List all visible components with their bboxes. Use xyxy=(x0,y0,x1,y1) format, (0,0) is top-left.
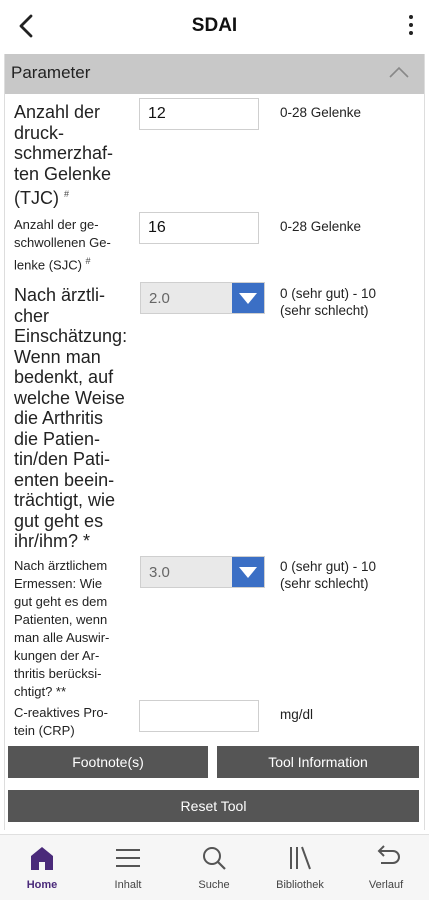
tjc-label: Anzahl der druck- schmerzhaf- ten Gelenk… xyxy=(14,102,114,208)
sjc-input[interactable]: 16 xyxy=(139,212,259,244)
footnote-marker: # xyxy=(85,256,91,266)
nav-bibliothek[interactable]: Bibliothek xyxy=(260,843,340,891)
dropdown-arrow-icon[interactable] xyxy=(232,557,264,587)
dropdown-arrow-icon[interactable] xyxy=(232,283,264,313)
bottom-navigation: Home Inhalt Suche Bibliothek Verlauf xyxy=(0,834,429,900)
library-icon xyxy=(290,846,311,870)
nav-suche[interactable]: Suche xyxy=(174,843,254,891)
reset-tool-button[interactable]: Reset Tool xyxy=(8,790,419,822)
home-icon xyxy=(31,847,53,870)
crp-input[interactable] xyxy=(139,700,259,732)
nav-inhalt[interactable]: Inhalt xyxy=(88,843,168,891)
patient-assessment-label: Nach ärztlichem Ermessen: Wie gut geht e… xyxy=(14,558,110,699)
nav-verlauf[interactable]: Verlauf xyxy=(346,843,426,891)
patient-assessment-select[interactable]: 3.0 xyxy=(140,556,265,588)
select-value: 3.0 xyxy=(149,564,170,581)
nav-home[interactable]: Home xyxy=(2,843,82,891)
panel-header[interactable]: Parameter xyxy=(5,54,424,94)
physician-assessment-select[interactable]: 2.0 xyxy=(140,282,265,314)
tool-information-button[interactable]: Tool Information xyxy=(217,746,419,778)
sjc-range: 0-28 Gelenke xyxy=(280,219,362,234)
footnote-marker: # xyxy=(64,189,70,199)
menu-icon xyxy=(116,849,140,867)
search-icon xyxy=(203,847,226,870)
select-value: 2.0 xyxy=(149,290,170,307)
tjc-input[interactable]: 12 xyxy=(139,98,259,130)
app-bar: SDAI xyxy=(0,0,429,54)
history-icon xyxy=(377,845,400,864)
more-options-icon[interactable] xyxy=(403,12,419,40)
page-title: SDAI xyxy=(191,15,238,36)
physician-assessment-label: Nach ärztli- cher Einschätzung: Wenn man… xyxy=(14,285,128,551)
chevron-up-icon[interactable] xyxy=(388,64,410,80)
patient-assessment-range: 0 (sehr gut) - 10 (sehr schlecht) xyxy=(280,559,377,591)
panel-title: Parameter xyxy=(11,63,91,82)
footnotes-button[interactable]: Footnote(s) xyxy=(8,746,208,778)
tjc-range: 0-28 Gelenke xyxy=(280,105,362,120)
crp-unit: mg/dl xyxy=(280,707,314,722)
physician-assessment-range: 0 (sehr gut) - 10 (sehr schlecht) xyxy=(280,286,377,318)
crp-label: C-reaktives Pro- tein (CRP) xyxy=(14,705,108,738)
sjc-label: Anzahl der ge- schwollenen Ge- lenke (SJ… xyxy=(14,217,111,273)
